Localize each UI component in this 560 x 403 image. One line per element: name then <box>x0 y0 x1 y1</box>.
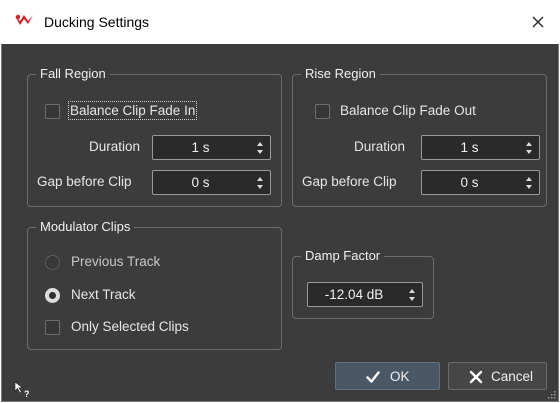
title-bar[interactable]: Ducking Settings <box>0 0 560 44</box>
balance-clip-fade-out-label[interactable]: Balance Clip Fade Out <box>340 103 476 118</box>
balance-clip-fade-in-label[interactable]: Balance Clip Fade In <box>67 101 198 120</box>
dialog-body: Fall Region Balance Clip Fade In Duratio… <box>1 44 559 402</box>
damp-factor-title: Damp Factor <box>301 248 385 263</box>
cancel-button[interactable]: Cancel <box>448 362 547 390</box>
checkmark-icon <box>366 371 380 383</box>
only-selected-clips-label[interactable]: Only Selected Clips <box>71 319 189 334</box>
fall-gap-spinbox[interactable]: 0 s <box>152 170 271 195</box>
rise-duration-spinbox[interactable]: 1 s <box>421 135 540 160</box>
spin-arrows-icon[interactable] <box>256 141 264 155</box>
rise-gap-value: 0 s <box>460 175 479 190</box>
rise-gap-spinbox[interactable]: 0 s <box>421 170 540 195</box>
next-track-label[interactable]: Next Track <box>71 287 136 302</box>
fall-duration-spinbox[interactable]: 1 s <box>152 135 271 160</box>
balance-clip-fade-in-checkbox[interactable] <box>45 104 60 119</box>
fall-duration-value: 1 s <box>191 140 210 155</box>
fall-gap-label: Gap before Clip <box>37 174 132 189</box>
rise-region-title: Rise Region <box>301 66 380 81</box>
damp-factor-spinbox[interactable]: -12.04 dB <box>307 282 423 307</box>
ok-button[interactable]: OK <box>335 362 440 390</box>
next-track-radio[interactable] <box>45 288 60 303</box>
spin-arrows-icon[interactable] <box>408 288 416 302</box>
modulator-clips-group: Modulator Clips Previous Track Next Trac… <box>27 219 282 350</box>
svg-text:?: ? <box>24 389 30 399</box>
spin-arrows-icon[interactable] <box>525 141 533 155</box>
window-title: Ducking Settings <box>44 14 150 30</box>
resize-grip-icon[interactable] <box>548 391 556 399</box>
fall-region-title: Fall Region <box>36 66 110 81</box>
damp-factor-value: -12.04 dB <box>324 287 384 302</box>
fall-gap-value: 0 s <box>191 175 210 190</box>
fall-duration-label: Duration <box>89 139 141 154</box>
close-icon[interactable] <box>526 10 550 34</box>
spin-arrows-icon[interactable] <box>525 176 533 190</box>
x-icon <box>469 370 483 384</box>
ok-button-label: OK <box>390 369 410 384</box>
previous-track-label[interactable]: Previous Track <box>71 254 160 269</box>
rise-gap-label: Gap before Clip <box>302 174 397 189</box>
balance-clip-fade-out-checkbox[interactable] <box>315 104 330 119</box>
only-selected-clips-checkbox[interactable] <box>45 320 60 335</box>
rise-duration-value: 1 s <box>460 140 479 155</box>
damp-factor-group: Damp Factor -12.04 dB <box>292 248 434 319</box>
spin-arrows-icon[interactable] <box>256 176 264 190</box>
whats-this-help-icon[interactable]: ? <box>14 381 32 399</box>
modulator-clips-title: Modulator Clips <box>36 219 135 234</box>
app-logo-icon <box>15 14 33 25</box>
cancel-button-label: Cancel <box>491 369 534 384</box>
rise-region-group: Rise Region Balance Clip Fade Out Durati… <box>292 66 547 207</box>
previous-track-radio[interactable] <box>45 255 60 270</box>
rise-duration-label: Duration <box>354 139 406 154</box>
fall-region-group: Fall Region Balance Clip Fade In Duratio… <box>27 66 282 207</box>
